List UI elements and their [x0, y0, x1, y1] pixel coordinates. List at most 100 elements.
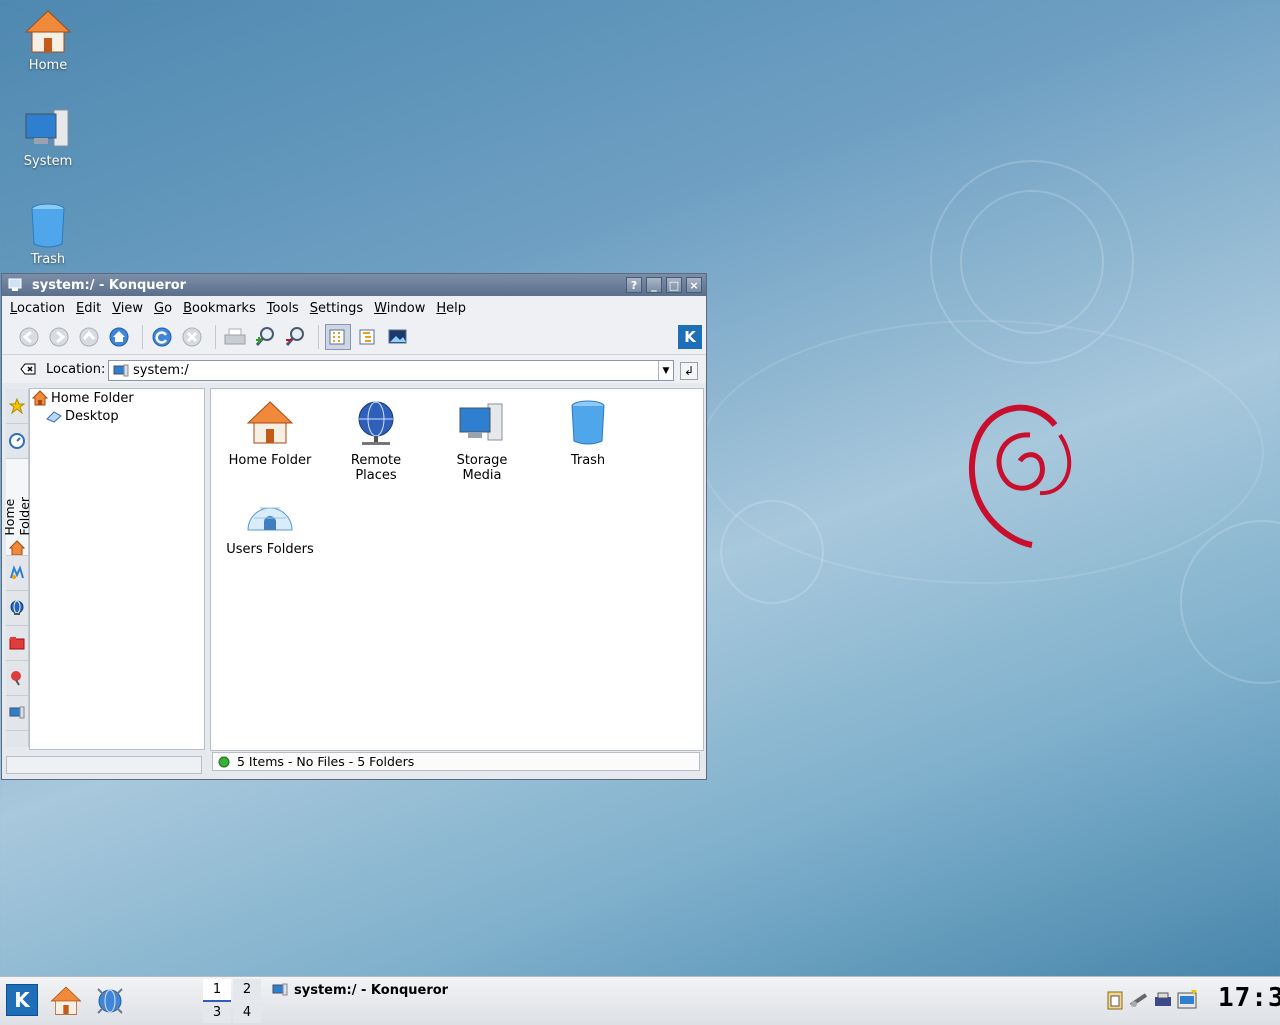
tree-item-label: Home Folder [51, 390, 134, 406]
main-toolbar: K [2, 320, 706, 355]
location-dropdown-button[interactable]: ▼ [658, 361, 673, 380]
up-button[interactable] [76, 324, 102, 350]
home-launcher[interactable] [50, 985, 82, 1021]
menu-location[interactable]: Location [10, 301, 65, 316]
menu-go[interactable]: Go [154, 301, 172, 316]
browser-launcher[interactable] [94, 985, 126, 1021]
sidebar-tab-network[interactable] [6, 591, 28, 626]
desktop-pager: 1 2 3 4 [203, 979, 261, 1023]
file-item-home-folder[interactable]: Home Folder [217, 393, 323, 468]
konqueror-icon [97, 988, 123, 1014]
title-bar[interactable]: system:/ - Konqueror ? _ □ × [2, 274, 706, 296]
computer-icon [272, 983, 288, 996]
konqueror-window: system:/ - Konqueror ? _ □ × Location Ed… [1, 273, 707, 780]
sidebar-tab-services[interactable] [6, 661, 28, 696]
print-button[interactable] [222, 324, 248, 350]
image-view-button[interactable] [385, 324, 411, 350]
file-item-label: Trash [570, 453, 606, 468]
star-icon [9, 398, 25, 414]
computer-icon [459, 403, 503, 441]
pager-desktop-1[interactable]: 1 [203, 979, 231, 1002]
klipper-icon[interactable] [1104, 989, 1126, 1011]
clock[interactable]: 17:30 [1218, 983, 1280, 1013]
desktop-icon-trash[interactable]: Trash [0, 202, 96, 267]
reload-button[interactable] [149, 324, 175, 350]
toolbar-separator [142, 325, 143, 349]
printer-tray-icon[interactable] [1152, 989, 1174, 1011]
back-button[interactable] [16, 324, 42, 350]
media-icon [10, 565, 24, 579]
zoom-out-button[interactable] [282, 324, 308, 350]
pager-desktop-3[interactable]: 3 [203, 1002, 231, 1023]
go-button[interactable]: ↲ [680, 362, 698, 380]
desktop-icon-label: Home [28, 58, 68, 73]
wallpaper-swirl [720, 500, 824, 604]
help-button[interactable]: ? [626, 277, 642, 293]
file-item-storage-media[interactable]: Storage Media [429, 393, 535, 483]
sidebar-tab-media[interactable] [6, 556, 28, 591]
file-item-users-folders[interactable]: Users Folders [217, 482, 323, 557]
task-title: system:/ - Konqueror [294, 982, 449, 998]
folder-icon [9, 637, 25, 650]
pin-icon [11, 671, 21, 686]
update-notifier-icon[interactable] [1176, 989, 1198, 1011]
globe-icon [358, 401, 394, 445]
pager-desktop-2[interactable]: 2 [233, 979, 261, 1000]
sidebar-tab-system[interactable] [6, 696, 28, 731]
close-button[interactable]: × [686, 277, 702, 293]
image-view-icon [388, 329, 407, 344]
location-value: system:/ [133, 363, 189, 378]
task-konqueror[interactable]: system:/ - Konqueror [272, 979, 448, 1001]
maximize-button[interactable]: □ [666, 277, 682, 293]
compass-icon [9, 433, 25, 449]
sidebar-tab-bookmarks[interactable] [6, 389, 28, 424]
location-input[interactable]: system:/ ▼ [108, 360, 674, 381]
home-button[interactable] [106, 324, 132, 350]
tree-view-button[interactable] [355, 324, 381, 350]
network-icon[interactable] [1128, 989, 1150, 1011]
menu-settings[interactable]: Settings [310, 301, 363, 316]
toolbar-separator [318, 325, 319, 349]
stop-button[interactable] [179, 324, 205, 350]
menu-view[interactable]: View [112, 301, 143, 316]
computer-icon [9, 706, 25, 719]
computer-icon [25, 109, 69, 147]
home-icon [24, 10, 72, 53]
debian-logo [968, 404, 1072, 548]
desktop-icon-system[interactable]: System [0, 106, 96, 169]
minimize-button[interactable]: _ [646, 277, 662, 293]
computer-icon [113, 364, 129, 376]
menu-tools[interactable]: Tools [267, 301, 299, 316]
status-led-icon [218, 756, 230, 767]
sidebar-tab-label: Home Folder [2, 496, 32, 536]
window-title: system:/ - Konqueror [32, 277, 187, 293]
print-icon [224, 328, 246, 345]
tree-item-home-folder[interactable]: Home Folder [30, 389, 204, 407]
desktop-icon-home[interactable]: Home [0, 8, 96, 73]
menu-help[interactable]: Help [436, 301, 466, 316]
menu-window[interactable]: Window [374, 301, 425, 316]
kmenu-button[interactable]: K [6, 984, 38, 1016]
kde-throbber-icon[interactable]: K [678, 325, 702, 349]
file-item-remote-places[interactable]: Remote Places [323, 393, 429, 483]
menu-edit[interactable]: Edit [76, 301, 101, 316]
clear-location-icon[interactable] [20, 362, 36, 376]
tree-item-desktop[interactable]: Desktop [30, 407, 204, 425]
menu-bookmarks[interactable]: Bookmarks [183, 301, 256, 316]
sidebar-tab-root-folder[interactable] [6, 626, 28, 661]
home-icon [50, 986, 82, 1015]
sidebar-tab-home-folder[interactable]: Home Folder [2, 459, 32, 556]
zoom-in-button[interactable] [252, 324, 278, 350]
zoom-in-icon [255, 327, 274, 346]
window-menu-icon[interactable] [8, 278, 24, 292]
home-icon [109, 327, 129, 347]
sidebar-tab-history[interactable] [6, 424, 28, 459]
icon-view-button[interactable] [325, 324, 351, 350]
pager-desktop-4[interactable]: 4 [233, 1002, 261, 1023]
file-item-trash[interactable]: Trash [535, 393, 641, 468]
location-label: Location: [46, 361, 106, 377]
sidebar-tabs: Home Folder [2, 389, 32, 747]
file-item-label: Users Folders [226, 542, 314, 557]
forward-button[interactable] [46, 324, 72, 350]
globe-icon [10, 600, 24, 615]
